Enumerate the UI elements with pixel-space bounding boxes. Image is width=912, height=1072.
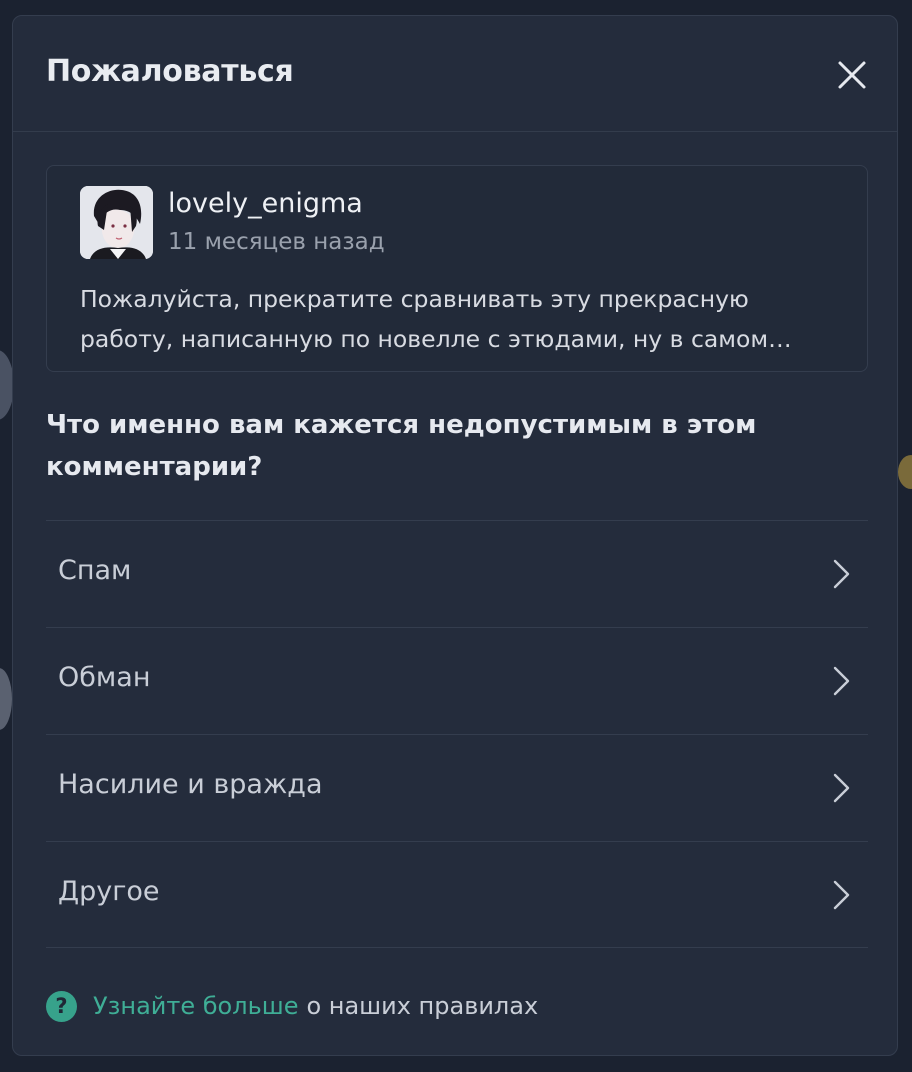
reason-label: Другое bbox=[58, 876, 160, 907]
reason-label: Обман bbox=[58, 662, 151, 693]
chevron-right-icon bbox=[832, 880, 850, 910]
reason-item-spam[interactable]: Спам bbox=[46, 520, 868, 627]
reason-list: Спам Обман Насилие и вражда Другое bbox=[46, 520, 868, 948]
avatar bbox=[80, 186, 153, 259]
comment-text: Пожалуйста, прекратите сравнивать эту пр… bbox=[80, 285, 792, 353]
close-icon bbox=[838, 61, 866, 89]
chevron-right-icon bbox=[832, 559, 850, 589]
comment-username: lovely_enigma bbox=[168, 188, 363, 219]
modal-title: Пожаловаться bbox=[46, 54, 294, 89]
report-modal: Пожаловаться lovely_enigma 11 месяцев на… bbox=[12, 15, 898, 1056]
chevron-right-icon bbox=[832, 773, 850, 803]
rules-footer: ? Узнайте больше о наших правилах bbox=[46, 988, 538, 1024]
reported-comment-card: lovely_enigma 11 месяцев назад Пожалуйст… bbox=[46, 165, 868, 372]
reason-label: Спам bbox=[58, 555, 132, 586]
reason-item-other[interactable]: Другое bbox=[46, 841, 868, 948]
comment-timestamp: 11 месяцев назад bbox=[168, 229, 385, 255]
modal-header: Пожаловаться bbox=[13, 16, 897, 132]
question-circle-icon: ? bbox=[46, 990, 77, 1022]
learn-more-link[interactable]: Узнайте больше bbox=[93, 992, 298, 1020]
chevron-right-icon bbox=[832, 666, 850, 696]
rules-text: о наших правилах bbox=[306, 992, 539, 1020]
reason-label: Насилие и вражда bbox=[58, 769, 323, 800]
reason-item-violence[interactable]: Насилие и вражда bbox=[46, 734, 868, 841]
reason-item-fraud[interactable]: Обман bbox=[46, 627, 868, 734]
report-question: Что именно вам кажется недопустимым в эт… bbox=[46, 410, 757, 482]
close-button[interactable] bbox=[833, 56, 871, 94]
